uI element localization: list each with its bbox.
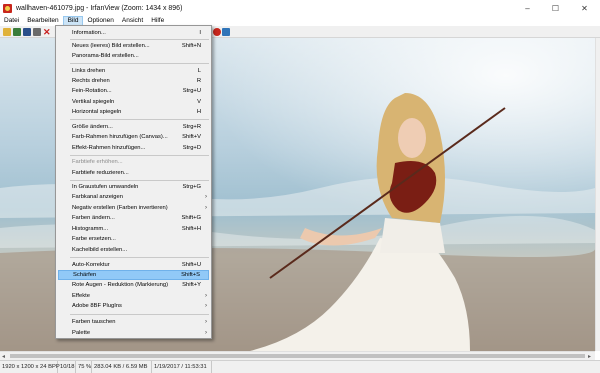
menu-separator <box>70 39 209 40</box>
menu-item-palette[interactable]: Palette › <box>58 328 209 338</box>
window-title: wallhaven-461079.jpg - IrfanView (Zoom: … <box>16 4 183 12</box>
menu-item-reduce-depth[interactable]: Farbtiefe reduzieren... <box>58 168 209 178</box>
submenu-arrow-icon: › <box>205 205 207 211</box>
menu-item-effects[interactable]: Effekte › <box>58 291 209 301</box>
menu-datei[interactable]: Datei <box>0 16 23 26</box>
menu-item-sharpen[interactable]: Schärfen Shift+S <box>58 270 209 280</box>
submenu-arrow-icon: › <box>205 194 207 200</box>
vertical-scrollbar[interactable] <box>595 38 600 351</box>
menu-separator <box>70 314 209 315</box>
menu-item-fine-rotation[interactable]: Fein-Rotation... Strg+U <box>58 86 209 96</box>
status-filesize: 283.04 KB / 6.59 MB <box>92 361 152 373</box>
menu-item-effect-frame[interactable]: Effekt-Rahmen hinzufügen... Strg+D <box>58 143 209 153</box>
menu-item-rotate-left[interactable]: Links drehen L <box>58 66 209 76</box>
menu-item-color-corrections[interactable]: Farben ändern... Shift+G <box>58 213 209 223</box>
title-bar: wallhaven-461079.jpg - IrfanView (Zoom: … <box>0 0 600 16</box>
status-bar: 1920 x 1200 x 24 BPP 10/18 75 % 283.04 K… <box>0 360 600 373</box>
status-dimensions: 1920 x 1200 x 24 BPP <box>0 361 60 373</box>
horizontal-scrollbar[interactable]: ◂ ▸ <box>0 351 595 360</box>
menu-separator <box>70 180 209 181</box>
submenu-arrow-icon: › <box>205 293 207 299</box>
thumbnails-icon[interactable] <box>222 28 230 36</box>
menu-item-resize[interactable]: Größe ändern... Strg+R <box>58 122 209 132</box>
menu-item-replace-color[interactable]: Farbe ersetzen... <box>58 234 209 244</box>
print-icon[interactable] <box>33 28 41 36</box>
irfanview-app-icon[interactable] <box>3 3 12 13</box>
menu-separator <box>70 119 209 120</box>
menu-item-red-eye[interactable]: Rote Augen - Reduktion (Markierung) Shift… <box>58 280 209 290</box>
status-index: 10/18 <box>58 361 76 373</box>
menu-item-add-canvas[interactable]: Farb-Rahmen hinzufügen (Canvas)... Shift+… <box>58 132 209 142</box>
scroll-thumb[interactable] <box>10 354 585 358</box>
menu-item-negative[interactable]: Negativ erstellen (Farben invertieren) › <box>58 203 209 213</box>
menu-item-swap-colors[interactable]: Farben tauschen › <box>58 317 209 327</box>
menu-separator <box>70 155 209 156</box>
menu-item-adobe-plugins[interactable]: Adobe 8BF PlugIns › <box>58 301 209 311</box>
menu-separator <box>70 257 209 258</box>
close-button[interactable]: ✕ <box>571 0 598 16</box>
menu-item-panorama[interactable]: Panorama-Bild erstellen... <box>58 51 209 61</box>
save-icon[interactable] <box>23 28 31 36</box>
submenu-arrow-icon: › <box>205 303 207 309</box>
menu-item-rotate-right[interactable]: Rechts drehen R <box>58 76 209 86</box>
menu-item-new-image[interactable]: Neues (leeres) Bild erstellen... Shift+N <box>58 41 209 51</box>
scroll-right-icon[interactable]: ▸ <box>588 353 591 360</box>
submenu-arrow-icon: › <box>205 330 207 336</box>
delete-icon[interactable]: ✕ <box>43 28 51 37</box>
menu-item-flip-vertical[interactable]: Vertikal spiegeln V <box>58 97 209 107</box>
menu-item-increase-depth: Farbtiefe erhöhen... <box>72 159 123 165</box>
info-icon[interactable] <box>213 28 221 36</box>
slideshow-icon[interactable] <box>13 28 21 36</box>
menu-item-auto-correction[interactable]: Auto-Korrektur Shift+U <box>58 260 209 270</box>
menu-item-tile-image[interactable]: Kachelbild erstellen... <box>58 245 209 255</box>
submenu-arrow-icon: › <box>205 319 207 325</box>
menu-item-information[interactable]: Information... I <box>58 28 209 38</box>
status-datetime: 1/19/2017 / 11:53:31 <box>152 361 212 373</box>
bild-dropdown-menu: Information... I Neues (leeres) Bild erst… <box>55 25 212 339</box>
status-zoom: 75 % <box>76 361 92 373</box>
menu-item-grayscale[interactable]: In Graustufen umwandeln Strg+G <box>58 182 209 192</box>
menu-item-color-channel[interactable]: Farbkanal anzeigen › <box>58 192 209 202</box>
menu-item-flip-horizontal[interactable]: Horizontal spiegeln H <box>58 107 209 117</box>
scroll-left-icon[interactable]: ◂ <box>2 353 5 360</box>
menu-item-histogram[interactable]: Histogramm... Shift+H <box>58 224 209 234</box>
menu-separator <box>70 63 209 64</box>
open-icon[interactable] <box>3 28 11 36</box>
minimize-button[interactable]: – <box>514 0 541 16</box>
maximize-button[interactable]: ☐ <box>542 0 569 16</box>
